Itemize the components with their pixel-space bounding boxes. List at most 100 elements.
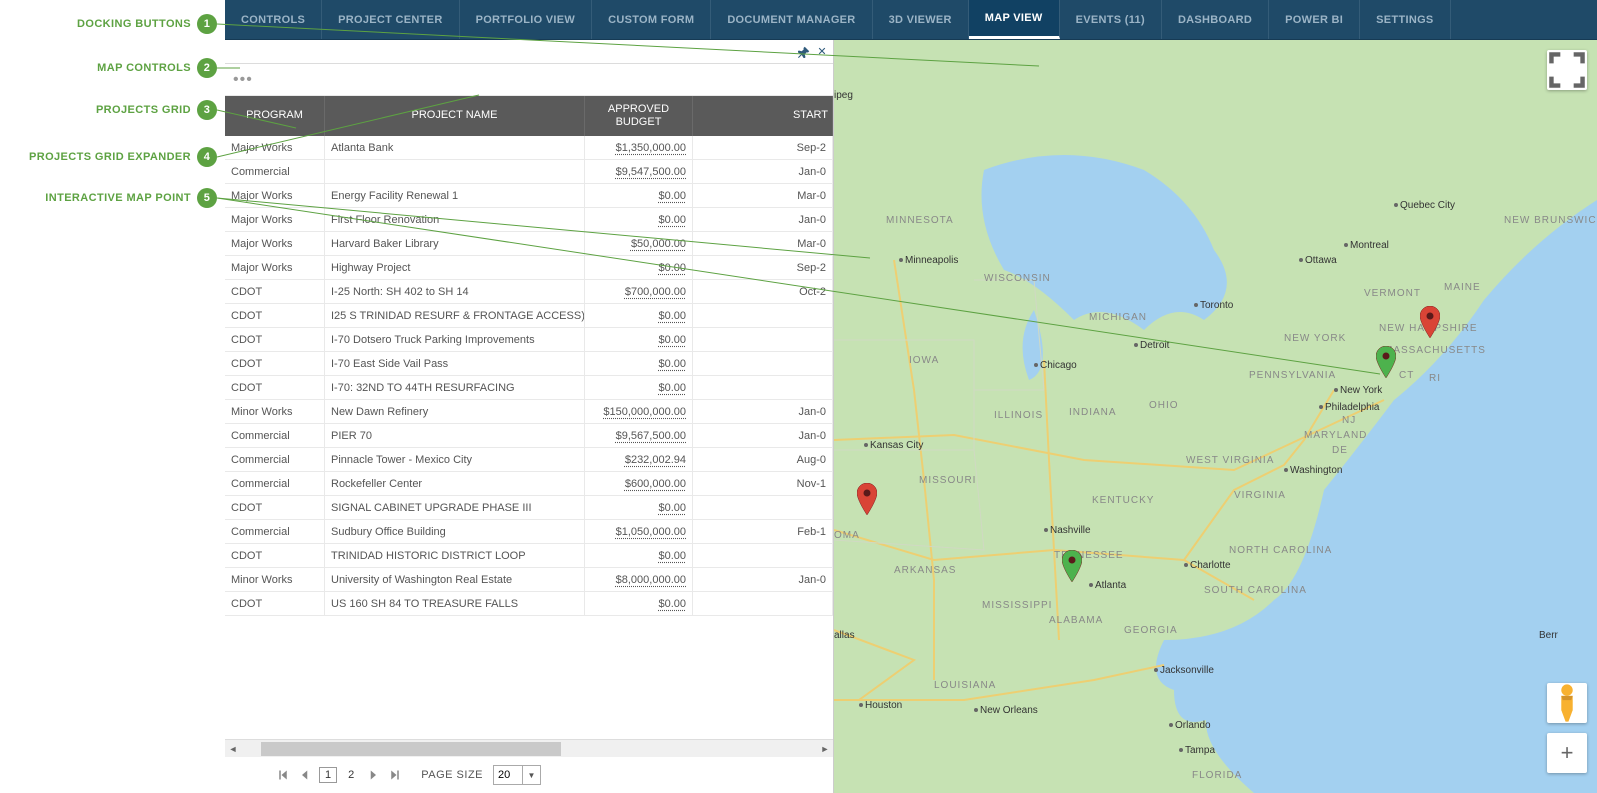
map-viewport[interactable]: ipegQuebec CityNEW BRUNSWICKMontrealOtta… bbox=[834, 40, 1597, 793]
table-row[interactable]: CDOTI-25 North: SH 402 to SH 14$700,000.… bbox=[225, 280, 833, 304]
next-page-icon[interactable] bbox=[365, 767, 381, 783]
table-row[interactable]: Minor WorksUniversity of Washington Real… bbox=[225, 568, 833, 592]
table-row[interactable]: Major WorksHighway Project$0.00Sep-2 bbox=[225, 256, 833, 280]
first-page-icon[interactable] bbox=[275, 767, 291, 783]
map-label: RI bbox=[1429, 373, 1441, 384]
table-row[interactable]: CDOTI-70: 32ND TO 44TH RESURFACING$0.00 bbox=[225, 376, 833, 400]
col-start[interactable]: START bbox=[693, 96, 833, 136]
zoom-in-icon[interactable]: + bbox=[1547, 733, 1587, 773]
chevron-down-icon[interactable]: ▼ bbox=[522, 766, 540, 784]
table-row[interactable]: CommercialSudbury Office Building$1,050,… bbox=[225, 520, 833, 544]
annotation-5: INTERACTIVE MAP POINT5 bbox=[45, 188, 217, 208]
expander-icon[interactable]: ••• bbox=[233, 71, 253, 89]
map-label: WISCONSIN bbox=[984, 273, 1051, 284]
map-label: MICHIGAN bbox=[1089, 312, 1147, 323]
map-label: GEORGIA bbox=[1124, 625, 1178, 636]
table-row[interactable]: CommercialRockefeller Center$600,000.00N… bbox=[225, 472, 833, 496]
last-page-icon[interactable] bbox=[387, 767, 403, 783]
map-marker-red[interactable] bbox=[1420, 306, 1440, 338]
tab-custom-form[interactable]: CUSTOM FORM bbox=[592, 0, 711, 39]
table-row[interactable]: CDOTTRINIDAD HISTORIC DISTRICT LOOP$0.00 bbox=[225, 544, 833, 568]
map-label: MASSACHUSETTS bbox=[1384, 345, 1486, 356]
pane-titlebar: ✕ bbox=[225, 40, 833, 64]
table-row[interactable]: Major WorksHarvard Baker Library$50,000.… bbox=[225, 232, 833, 256]
map-label: VERMONT bbox=[1364, 288, 1421, 299]
col-project-name[interactable]: PROJECT NAME bbox=[325, 96, 585, 136]
map-label: LOUISIANA bbox=[934, 680, 996, 691]
map-label: VIRGINIA bbox=[1234, 490, 1286, 501]
tab-3d-viewer[interactable]: 3D VIEWER bbox=[873, 0, 969, 39]
table-row[interactable]: CDOTI-70 East Side Vail Pass$0.00 bbox=[225, 352, 833, 376]
tab-events-11-[interactable]: EVENTS (11) bbox=[1060, 0, 1162, 39]
map-label: Minneapolis bbox=[899, 255, 958, 266]
map-label: NEW BRUNSWICK bbox=[1504, 215, 1597, 226]
page-1[interactable]: 1 bbox=[319, 767, 337, 783]
map-label: Charlotte bbox=[1184, 560, 1231, 571]
map-label: DE bbox=[1332, 445, 1348, 456]
table-row[interactable]: CDOTUS 160 SH 84 TO TREASURE FALLS$0.00 bbox=[225, 592, 833, 616]
map-label: IOWA bbox=[909, 355, 939, 366]
map-label: NORTH CAROLINA bbox=[1229, 545, 1332, 556]
map-label: OHIO bbox=[1149, 400, 1179, 411]
table-row[interactable]: CommercialPinnacle Tower - Mexico City$2… bbox=[225, 448, 833, 472]
pegman-icon[interactable] bbox=[1547, 683, 1587, 723]
map-label: NJ bbox=[1342, 415, 1356, 426]
col-program[interactable]: PROGRAM bbox=[225, 96, 325, 136]
table-row[interactable]: CommercialPIER 70$9,567,500.00Jan-0 bbox=[225, 424, 833, 448]
map-label: Toronto bbox=[1194, 300, 1233, 311]
annotation-4: PROJECTS GRID EXPANDER4 bbox=[29, 147, 217, 167]
map-label: INDIANA bbox=[1069, 407, 1117, 418]
map-label: WEST VIRGINIA bbox=[1186, 455, 1274, 466]
map-label: ARKANSAS bbox=[894, 565, 956, 576]
tab-controls[interactable]: CONTROLS bbox=[225, 0, 322, 39]
tab-map-view[interactable]: MAP VIEW bbox=[969, 0, 1060, 39]
map-label: CT bbox=[1399, 370, 1414, 381]
tab-project-center[interactable]: PROJECT CENTER bbox=[322, 0, 459, 39]
tab-settings[interactable]: SETTINGS bbox=[1360, 0, 1450, 39]
pin-icon[interactable] bbox=[797, 45, 811, 59]
map-label: ALABAMA bbox=[1049, 615, 1103, 626]
tab-power-bi[interactable]: POWER BI bbox=[1269, 0, 1360, 39]
map-label: Orlando bbox=[1169, 720, 1211, 731]
page-size-label: PAGE SIZE bbox=[421, 769, 483, 781]
map-label: NEW YORK bbox=[1284, 333, 1346, 344]
map-label: KENTUCKY bbox=[1092, 495, 1154, 506]
table-row[interactable]: CDOTI25 S TRINIDAD RESURF & FRONTAGE ACC… bbox=[225, 304, 833, 328]
tab-document-manager[interactable]: DOCUMENT MANAGER bbox=[711, 0, 872, 39]
table-row[interactable]: Major WorksEnergy Facility Renewal 1$0.0… bbox=[225, 184, 833, 208]
page-2[interactable]: 2 bbox=[343, 768, 359, 782]
table-row[interactable]: CDOTI-70 Dotsero Truck Parking Improveme… bbox=[225, 328, 833, 352]
pager: 1 2 PAGE SIZE ▼ bbox=[225, 757, 833, 793]
map-label: Kansas City bbox=[864, 440, 923, 451]
table-row[interactable]: Minor WorksNew Dawn Refinery$150,000,000… bbox=[225, 400, 833, 424]
col-budget[interactable]: APPROVED BUDGET bbox=[585, 96, 693, 136]
map-label: SOUTH CAROLINA bbox=[1204, 585, 1307, 596]
map-label: Berr bbox=[1539, 630, 1558, 641]
table-row[interactable]: CDOTSIGNAL CABINET UPGRADE PHASE III$0.0… bbox=[225, 496, 833, 520]
prev-page-icon[interactable] bbox=[297, 767, 313, 783]
map-marker-red[interactable] bbox=[857, 483, 877, 515]
page-size-select[interactable]: ▼ bbox=[493, 765, 541, 785]
map-label: Washington bbox=[1284, 465, 1342, 476]
map-label: allas bbox=[834, 630, 855, 641]
top-nav: CONTROLSPROJECT CENTERPORTFOLIO VIEWCUST… bbox=[225, 0, 1597, 40]
tab-dashboard[interactable]: DASHBOARD bbox=[1162, 0, 1269, 39]
fullscreen-icon[interactable] bbox=[1547, 50, 1587, 90]
map-label: FLORIDA bbox=[1192, 770, 1242, 781]
tab-portfolio-view[interactable]: PORTFOLIO VIEW bbox=[460, 0, 593, 39]
horizontal-scrollbar[interactable]: ◄► bbox=[225, 739, 833, 757]
annotation-1: DOCKING BUTTONS1 bbox=[77, 14, 217, 34]
table-row[interactable]: Major WorksAtlanta Bank$1,350,000.00Sep-… bbox=[225, 136, 833, 160]
map-label: Chicago bbox=[1034, 360, 1077, 371]
map-label: New York bbox=[1334, 385, 1382, 396]
map-label: Nashville bbox=[1044, 525, 1091, 536]
table-row[interactable]: Commercial$9,547,500.00Jan-0 bbox=[225, 160, 833, 184]
grid-toolbar: ••• bbox=[225, 64, 833, 96]
table-row[interactable]: Major WorksFirst Floor Renovation$0.00Ja… bbox=[225, 208, 833, 232]
map-label: OMA bbox=[834, 530, 860, 541]
map-label: Detroit bbox=[1134, 340, 1169, 351]
map-marker-green[interactable] bbox=[1062, 550, 1082, 582]
map-label: Ottawa bbox=[1299, 255, 1337, 266]
close-icon[interactable]: ✕ bbox=[815, 45, 829, 59]
map-marker-green[interactable] bbox=[1376, 346, 1396, 378]
